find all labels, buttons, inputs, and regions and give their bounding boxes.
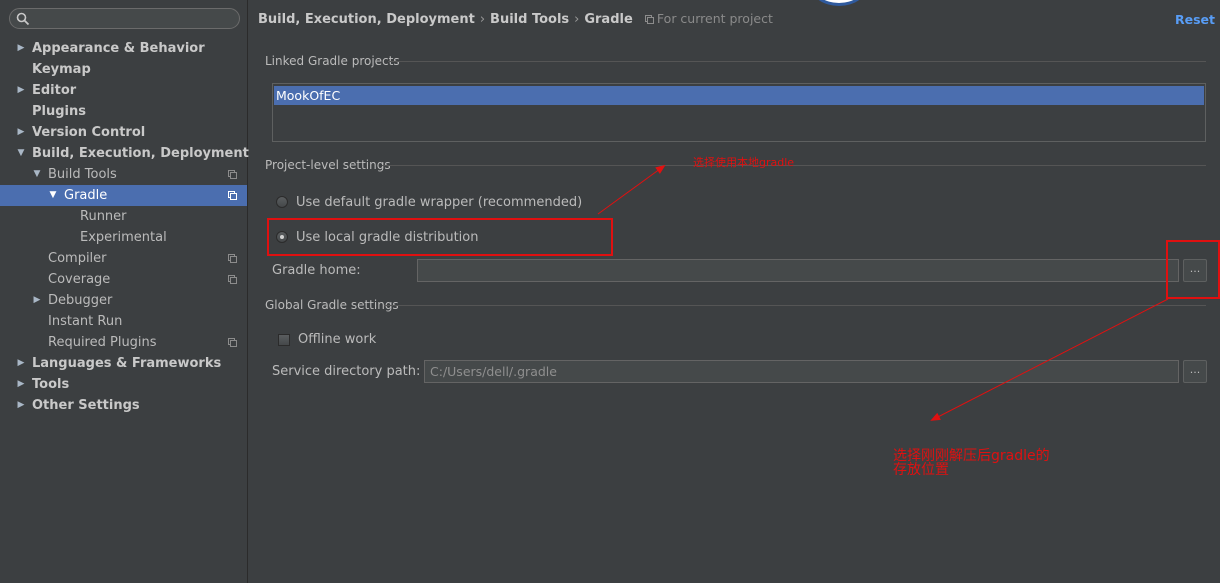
annotation-note: 选择使用本地gradle <box>693 156 795 169</box>
annotation-arrow <box>930 298 1169 421</box>
annotation-note: 存放位置 <box>893 462 949 478</box>
annotation-arrows <box>597 164 1169 421</box>
annotation-note: 选择刚刚解压后gradle的 <box>893 448 1050 464</box>
annotation-arrow <box>597 164 666 215</box>
